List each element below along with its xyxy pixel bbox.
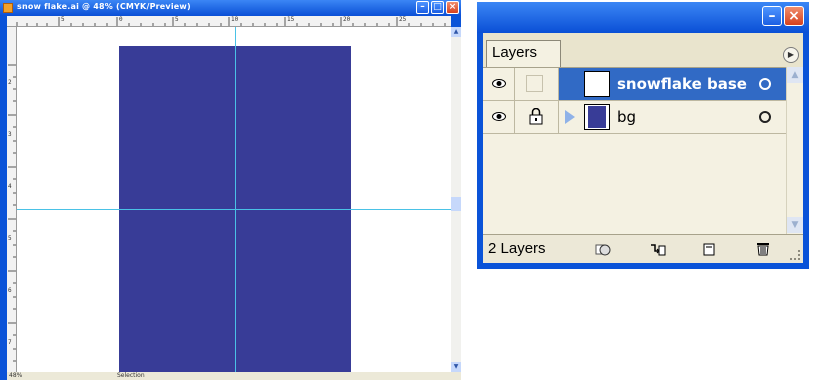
layers-scrollbar[interactable]: ▲ ▼: [786, 67, 803, 234]
layer-count: 2 Layers: [488, 240, 546, 257]
layer-row[interactable]: snowflake base: [483, 68, 786, 101]
tab-layers[interactable]: Layers: [486, 40, 561, 67]
layers-titlebar[interactable]: – ×: [477, 2, 809, 33]
resize-grip-icon[interactable]: [790, 250, 800, 260]
maximize-button[interactable]: □: [431, 1, 444, 14]
new-layer-icon[interactable]: [701, 242, 717, 256]
horizontal-guide[interactable]: [17, 209, 451, 210]
tab-strip: Layers ▶: [483, 33, 803, 67]
ruler-label: 5: [175, 16, 179, 23]
ruler-label: 4: [8, 183, 12, 190]
layer-thumbnail: [584, 71, 610, 97]
vertical-scrollbar[interactable]: ▲ ▼: [451, 27, 461, 372]
zoom-level[interactable]: 48%: [9, 372, 22, 379]
create-sublayer-icon[interactable]: [650, 242, 666, 256]
close-button[interactable]: ×: [784, 6, 804, 26]
ruler-label: 5: [61, 16, 65, 23]
lock-empty-icon: [526, 75, 543, 92]
visibility-toggle[interactable]: [483, 101, 515, 133]
document-window: snow flake.ai @ 48% (CMYK/Preview) – □ ×…: [0, 0, 461, 380]
panel-menu-icon[interactable]: ▶: [783, 47, 799, 63]
lock-icon: [529, 108, 543, 125]
layer-row[interactable]: bg: [483, 101, 786, 134]
canvas[interactable]: [17, 27, 451, 372]
ruler-ticks-horizontal: [16, 17, 446, 26]
layers-list: snowflake base bg: [483, 67, 786, 235]
layers-footer: 2 Layers: [483, 234, 803, 263]
ruler-label: 25: [399, 16, 407, 23]
target-circle-icon[interactable]: [759, 78, 771, 90]
status-label[interactable]: Selection: [117, 372, 145, 379]
scroll-down-icon[interactable]: ▼: [451, 362, 461, 372]
ruler-label: 7: [8, 339, 12, 346]
minimize-button[interactable]: –: [416, 1, 429, 14]
scroll-down-icon[interactable]: ▼: [787, 217, 803, 233]
ruler-label: 20: [343, 16, 351, 23]
ruler-label: 3: [8, 131, 12, 138]
layer-name: snowflake base: [617, 75, 747, 93]
lock-toggle[interactable]: [515, 101, 559, 133]
eye-icon: [492, 112, 506, 121]
close-button[interactable]: ×: [446, 1, 459, 14]
target-circle-icon[interactable]: [759, 111, 771, 123]
expand-arrow-icon[interactable]: [565, 110, 575, 124]
ruler-label: 2: [8, 79, 12, 86]
illustrator-file-icon: [3, 3, 13, 13]
ruler-label: 6: [8, 287, 12, 294]
layer-main[interactable]: bg: [559, 101, 786, 133]
eye-icon: [492, 79, 506, 88]
document-title: snow flake.ai @ 48% (CMYK/Preview): [17, 2, 191, 11]
ruler-label: 15: [287, 16, 295, 23]
scroll-thumb[interactable]: [451, 197, 461, 211]
visibility-toggle[interactable]: [483, 68, 515, 100]
ruler-label: 0: [119, 16, 123, 23]
status-bar: 48% Selection: [7, 372, 461, 380]
vertical-ruler[interactable]: 2 3 4 5 6 7: [7, 27, 17, 372]
trash-icon[interactable]: [755, 242, 771, 256]
layer-main[interactable]: snowflake base: [559, 68, 786, 100]
minimize-button[interactable]: –: [762, 6, 782, 26]
make-clipping-mask-icon[interactable]: [595, 242, 611, 256]
ruler-label: 10: [231, 16, 239, 23]
lock-toggle[interactable]: [515, 68, 559, 100]
scroll-up-icon[interactable]: ▲: [451, 27, 461, 37]
layer-name: bg: [617, 108, 637, 126]
vertical-guide[interactable]: [235, 27, 236, 372]
layers-panel: – × Layers ▶ snowflake base bg ▲ ▼ 2 Lay…: [477, 2, 809, 269]
layer-thumbnail: [584, 104, 610, 130]
horizontal-ruler[interactable]: 0 5 5 10 15 20 25: [7, 16, 451, 27]
document-titlebar[interactable]: snow flake.ai @ 48% (CMYK/Preview) – □ ×: [0, 0, 461, 16]
ruler-label: 5: [8, 235, 12, 242]
scroll-up-icon[interactable]: ▲: [787, 67, 803, 83]
